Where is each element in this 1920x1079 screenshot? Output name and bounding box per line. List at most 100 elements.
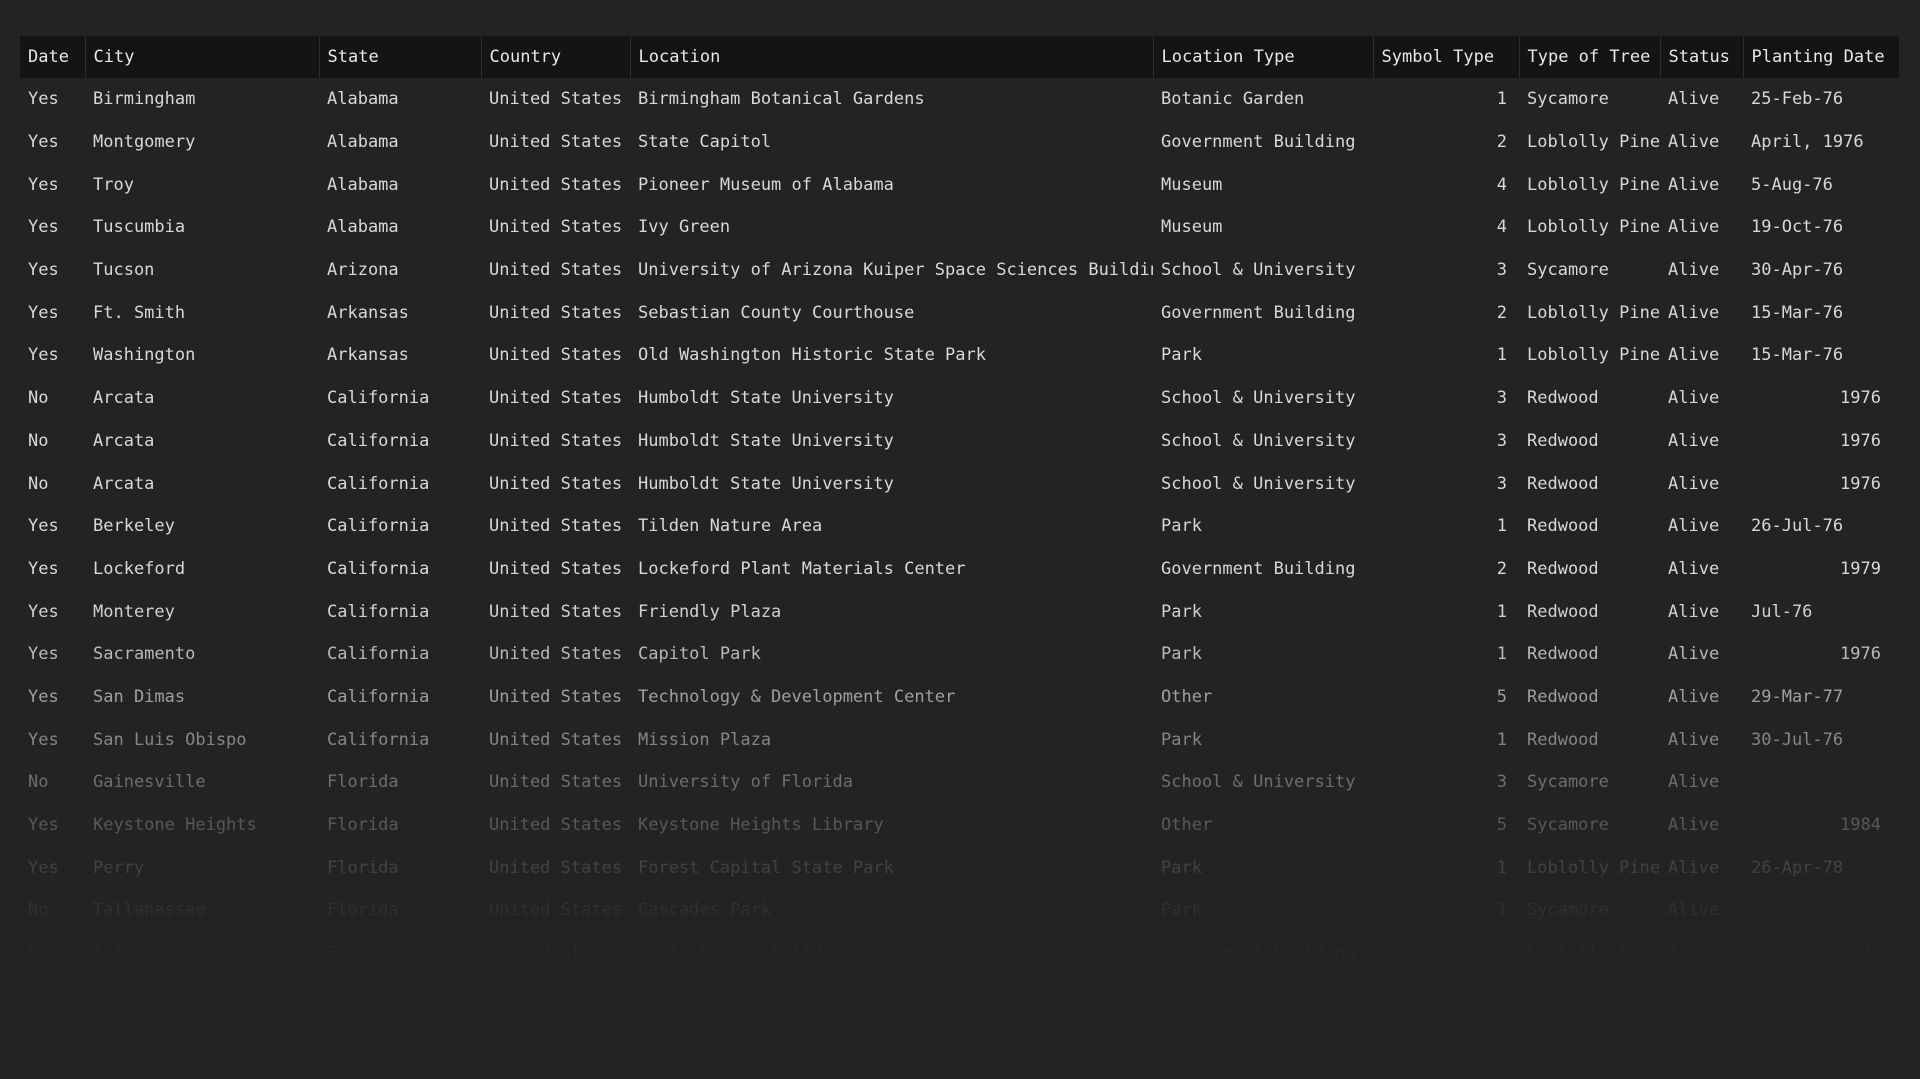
cell-state: Florida xyxy=(327,900,399,921)
column-header-type-of-tree[interactable]: Type of Tree xyxy=(1518,36,1660,78)
cell-location: Birmingham Botanical Gardens xyxy=(638,89,925,110)
cell-symbol-type: 2 xyxy=(1496,302,1507,323)
cell-location-type: Park xyxy=(1161,729,1202,750)
cell-state: Alabama xyxy=(327,132,399,153)
cell-status: Alive xyxy=(1668,900,1720,921)
cell-type-of-tree: Sycamore xyxy=(1527,89,1609,110)
cell-symbol-type: 5 xyxy=(1496,686,1507,707)
cell-location: Centennial Park xyxy=(638,985,792,1006)
cell-type-of-tree: Loblolly Pine xyxy=(1527,174,1660,195)
cell-country: United States xyxy=(489,558,623,579)
column-header-status[interactable]: Status xyxy=(1659,36,1743,78)
cell-location: Mission Plaza xyxy=(638,729,772,750)
cell-location-type: Park xyxy=(1161,345,1202,366)
cell-city: Sacramento xyxy=(93,644,196,665)
table-row: Yes Lockeford California United States Locke… xyxy=(20,548,1899,591)
cell-location-type: Park xyxy=(1161,900,1202,921)
table-body: Yes Birmingham Alabama United States Birming… xyxy=(20,78,1899,1017)
cell-location: Cascades Park xyxy=(638,900,772,921)
cell-type-of-tree: Loblolly Pine xyxy=(1527,345,1660,366)
cell-type-of-tree: Redwood xyxy=(1527,430,1599,451)
cell-state: Arkansas xyxy=(327,345,409,366)
cell-country: United States xyxy=(489,132,623,153)
cell-location-type: Botanic Garden xyxy=(1161,89,1305,110)
cell-city: Arcata xyxy=(93,388,155,409)
cell-symbol-type: 2 xyxy=(1496,132,1507,153)
cell-city: Perry xyxy=(93,857,145,878)
cell-type-of-tree: Sycamore xyxy=(1527,815,1609,836)
cell-status: Alive xyxy=(1668,772,1720,793)
cell-date: Yes xyxy=(28,686,59,707)
cell-planting-date: 1984 xyxy=(1840,815,1881,836)
table-row: Yes Troy Alabama United States Pioneer Museu… xyxy=(20,163,1899,206)
cell-location: Technology & Development Center xyxy=(638,686,956,707)
cell-city: Lockeford xyxy=(93,558,186,579)
cell-location: Ivy Green xyxy=(638,217,731,238)
table-row: No Gainesville Florida United States Univers… xyxy=(20,761,1899,804)
cell-location: Humboldt State University xyxy=(638,473,894,494)
table-row: No Tallahassee Florida United States Doyle C… xyxy=(20,932,1899,975)
column-header-date[interactable]: Date xyxy=(20,36,85,78)
cell-planting-date: 1976 xyxy=(1840,985,1881,1006)
cell-location-type: Government Building xyxy=(1161,302,1356,323)
cell-country: United States xyxy=(489,985,623,1006)
cell-date: No xyxy=(28,900,49,921)
cell-status: Alive xyxy=(1668,815,1720,836)
cell-date: Yes xyxy=(28,217,59,238)
page: Date City State Country Location Location Typ… xyxy=(0,0,1920,1079)
cell-country: United States xyxy=(489,217,623,238)
table-row: No Arcata California United States Humboldt … xyxy=(20,377,1899,420)
table-row: Yes San Dimas California United States Techn… xyxy=(20,676,1899,719)
cell-country: United States xyxy=(489,174,623,195)
table-row: Yes Birmingham Alabama United States Birming… xyxy=(20,78,1899,121)
cell-symbol-type: 3 xyxy=(1496,772,1507,793)
cell-country: United States xyxy=(489,601,623,622)
cell-location: State Capitol xyxy=(638,132,772,153)
cell-location: Pioneer Museum of Alabama xyxy=(638,174,894,195)
cell-state: Alabama xyxy=(327,89,399,110)
cell-type-of-tree: Loblolly Pine xyxy=(1527,302,1660,323)
cell-date: No xyxy=(28,943,49,964)
table-row: Yes Tucson Arizona United States University … xyxy=(20,249,1899,292)
cell-location-type: School & University xyxy=(1161,388,1356,409)
cell-state: California xyxy=(327,473,430,494)
cell-symbol-type: 1 xyxy=(1496,345,1507,366)
column-header-location[interactable]: Location xyxy=(629,36,1153,78)
cell-status: Alive xyxy=(1668,473,1720,494)
cell-location-type: Park xyxy=(1161,644,1202,665)
table-row: No Atlanta Georgia United States Centennial … xyxy=(20,974,1899,1017)
cell-state: California xyxy=(327,601,430,622)
cell-date: Yes xyxy=(28,601,59,622)
cell-planting-date: 29-Mar-77 xyxy=(1751,686,1844,707)
cell-status: Alive xyxy=(1668,345,1720,366)
cell-symbol-type: 3 xyxy=(1496,260,1507,281)
cell-location-type: Park xyxy=(1161,857,1202,878)
column-header-planting-date[interactable]: Planting Date xyxy=(1742,36,1899,78)
cell-status: Alive xyxy=(1668,260,1720,281)
cell-status: Alive xyxy=(1668,558,1720,579)
cell-country: United States xyxy=(489,644,623,665)
cell-country: United States xyxy=(489,516,623,537)
cell-status: Alive xyxy=(1668,601,1720,622)
cell-location-type: Other xyxy=(1161,985,1213,1006)
cell-state: California xyxy=(327,644,430,665)
column-header-location-type[interactable]: Location Type xyxy=(1152,36,1373,78)
cell-status: Alive xyxy=(1668,943,1720,964)
cell-type-of-tree: Redwood xyxy=(1527,516,1599,537)
cell-location-type: School & University xyxy=(1161,772,1356,793)
cell-location-type: School & University xyxy=(1161,260,1356,281)
cell-type-of-tree: Loblolly Pine xyxy=(1527,943,1660,964)
cell-date: No xyxy=(28,473,49,494)
cell-city: San Luis Obispo xyxy=(93,729,247,750)
cell-status: Alive xyxy=(1668,89,1720,110)
column-header-state[interactable]: State xyxy=(318,36,481,78)
column-header-country[interactable]: Country xyxy=(480,36,630,78)
cell-country: United States xyxy=(489,729,623,750)
cell-date: Yes xyxy=(28,857,59,878)
cell-location-type: Museum xyxy=(1161,174,1223,195)
cell-type-of-tree: Redwood xyxy=(1527,473,1599,494)
cell-planting-date: 5-Aug-76 xyxy=(1751,174,1833,195)
cell-planting-date: 30-Apr-76 xyxy=(1751,260,1844,281)
column-header-city[interactable]: City xyxy=(84,36,319,78)
column-header-symbol-type[interactable]: Symbol Type xyxy=(1372,36,1519,78)
